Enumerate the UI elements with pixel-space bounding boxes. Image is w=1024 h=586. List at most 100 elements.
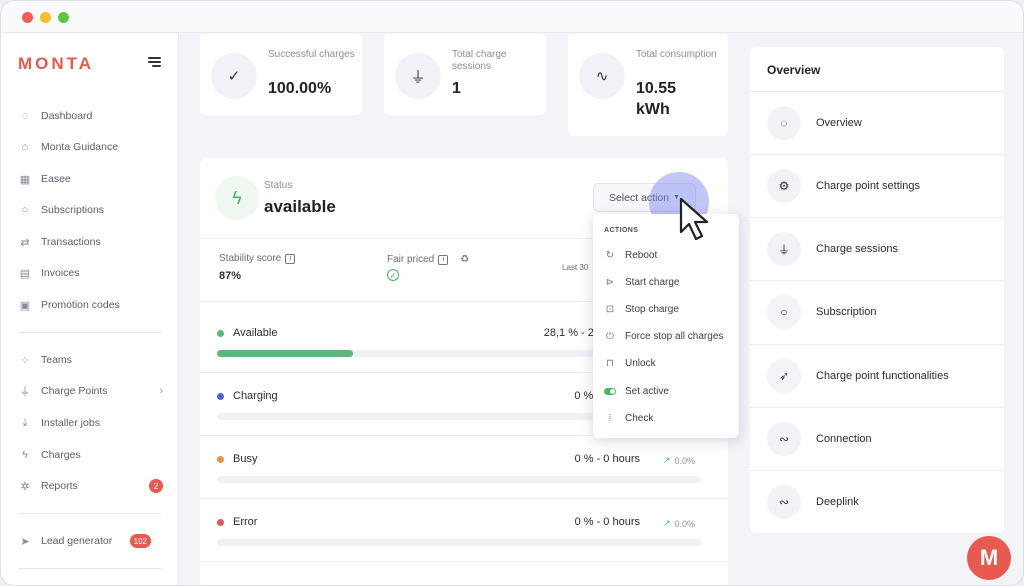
last-period-label: Last 30 <box>562 263 589 272</box>
overview-item-charge-sessions[interactable]: ⏚ Charge sessions <box>750 217 1004 280</box>
menu-item-reboot[interactable]: ↻ Reboot <box>604 249 657 261</box>
menu-item-label: Start charge <box>625 276 680 288</box>
stat-value: 10.55 kWh <box>636 80 677 118</box>
row-value: 0 % - <box>574 390 600 402</box>
menu-item-unlock[interactable]: ⊓ Unlock <box>604 357 656 369</box>
sidebar-item-label: Lead generator <box>41 535 113 547</box>
sidebar-item-monta-guidance[interactable]: ⌂ Monta Guidance <box>18 137 163 157</box>
sidebar-item-label: Dashboard <box>41 110 93 122</box>
check-circle-icon: ✓ <box>387 269 399 281</box>
sidebar-item-teams[interactable]: ⁘ Teams <box>18 350 163 370</box>
busy-progress-bar <box>217 476 701 483</box>
sidebar-item-transactions[interactable]: ⇄ Transactions <box>18 232 163 252</box>
route-icon: ∾ <box>767 422 801 456</box>
menu-item-label: Unlock <box>625 357 656 369</box>
menu-toggle-icon[interactable] <box>148 57 161 67</box>
row-name: Available <box>233 327 278 339</box>
stat-value: 1 <box>452 80 461 97</box>
row-value: 28,1 % - 20 <box>543 327 600 339</box>
error-dot <box>217 519 224 526</box>
bolt-icon: ϟ <box>215 176 259 220</box>
sidebar-item-invoices[interactable]: ▤ Invoices <box>18 263 163 283</box>
menu-item-start-charge[interactable]: ⊳ Start charge <box>604 276 680 288</box>
play-icon: ⊳ <box>605 276 615 288</box>
minimize-window-button[interactable] <box>40 12 51 23</box>
rocket-icon: ➶ <box>767 359 801 393</box>
fab-letter: M <box>979 545 999 570</box>
sidebar-item-subscriptions[interactable]: ○ Subscriptions <box>18 200 163 220</box>
close-window-button[interactable] <box>22 12 33 23</box>
menu-item-stop-charge[interactable]: ⊡ Stop charge <box>604 303 679 315</box>
overview-item-subscription[interactable]: ○ Subscription <box>750 280 1004 343</box>
send-icon: ➤ <box>20 535 30 548</box>
trend-up-icon: ↗ <box>663 455 671 465</box>
sidebar-item-label: Promotion codes <box>41 299 120 311</box>
sidebar-item-label: Charge Points <box>41 385 108 397</box>
overview-item-label: Subscription <box>816 306 877 318</box>
recycle-icon: ♻ <box>460 254 470 265</box>
sidebar: MONTA ◌ Dashboard ⌂ Monta Guidance ▦ Easee … <box>1 33 179 585</box>
plug-icon: ⏚ <box>19 386 31 398</box>
pulse-icon: ∿ <box>579 53 625 99</box>
sidebar-item-label: Reports <box>41 480 78 492</box>
grid-icon: ⁘ <box>20 354 30 367</box>
menu-item-set-active[interactable]: Set active <box>604 385 669 397</box>
plug-icon: ⏚ <box>767 232 801 266</box>
info-icon[interactable]: i <box>438 254 449 265</box>
sidebar-item-installer-jobs[interactable]: ⤓ Installer jobs <box>18 413 163 433</box>
overview-item-deeplink[interactable]: ∾ Deeplink <box>750 470 1004 533</box>
stop-icon: ⊡ <box>605 303 615 315</box>
bolt-icon: ϟ <box>22 449 28 461</box>
overview-item-label: Connection <box>816 433 872 445</box>
toggle-icon <box>604 385 616 397</box>
building-icon: ▦ <box>19 173 31 186</box>
sidebar-item-charge-points[interactable]: ⏚ Charge Points › <box>18 381 164 401</box>
lead-generator-count-badge: 102 <box>129 534 151 548</box>
overview-item-label: Charge sessions <box>816 243 898 255</box>
actions-dropdown: ACTIONS ↻ Reboot ⊳ Start charge ⊡ Stop char… <box>593 214 739 438</box>
maximize-window-button[interactable] <box>58 12 69 23</box>
title-bar <box>1 1 1023 33</box>
trend: ↗ 0.0% <box>663 455 695 466</box>
signal-icon: ⦙ <box>608 412 612 424</box>
row-value: 0 % - 0 hours <box>574 453 640 465</box>
overview-item-charge-point-settings[interactable]: ⚙ Charge point settings <box>750 154 1004 217</box>
sidebar-item-reports[interactable]: ✲ Reports 2 <box>18 476 163 496</box>
menu-item-label: Reboot <box>625 249 658 261</box>
stat-card-total-consumption: ∿ Total consumption 10.55 kWh <box>568 33 728 136</box>
error-progress-bar <box>217 539 701 546</box>
info-icon[interactable]: i <box>285 253 296 264</box>
dashboard-icon: ◌ <box>767 106 801 140</box>
menu-item-check[interactable]: ⦙ Check <box>604 412 653 424</box>
stat-label: Total charge sessions <box>452 49 507 72</box>
lightbulb-icon: ○ <box>21 204 29 216</box>
home-icon: ⌂ <box>21 141 29 153</box>
sidebar-item-label: Invoices <box>41 267 80 279</box>
trend-up-icon: ↗ <box>663 518 671 528</box>
monta-chat-button[interactable]: M <box>967 536 1011 580</box>
fair-priced-label: Fair priced i ♻ <box>387 254 469 265</box>
menu-item-force-stop[interactable]: ⏻ Force stop all charges <box>604 330 723 342</box>
overview-panel: Overview ◌ Overview ⚙ Charge point setting… <box>750 47 1004 533</box>
arrows-icon: ⇄ <box>20 236 30 249</box>
dropdown-header: ACTIONS <box>604 227 639 234</box>
sidebar-item-easee[interactable]: ▦ Easee <box>18 169 163 189</box>
trend: ↗ 0.0% <box>663 518 695 529</box>
sidebar-item-dashboard[interactable]: ◌ Dashboard <box>18 106 163 126</box>
reboot-icon: ↻ <box>605 249 615 261</box>
overview-item-overview[interactable]: ◌ Overview <box>750 91 1004 154</box>
download-icon: ⤓ <box>22 416 28 429</box>
lightbulb-icon: ○ <box>767 295 801 329</box>
sidebar-divider <box>18 332 161 333</box>
menu-item-label: Stop charge <box>625 303 679 315</box>
monta-logo[interactable]: MONTA <box>18 54 94 74</box>
overview-item-connection[interactable]: ∾ Connection <box>750 407 1004 470</box>
sidebar-item-promotion-codes[interactable]: ▣ Promotion codes <box>18 295 163 315</box>
menu-item-label: Set active <box>625 385 669 397</box>
sidebar-item-charges[interactable]: ϟ Charges <box>18 445 163 465</box>
menu-item-label: Check <box>625 412 654 424</box>
dashboard-icon: ◌ <box>21 110 29 122</box>
overview-item-charge-point-functionalities[interactable]: ➶ Charge point functionalities <box>750 344 1004 407</box>
sidebar-item-lead-generator[interactable]: ➤ Lead generator 102 <box>18 531 163 551</box>
menu-item-label: Force stop all charges <box>625 330 724 342</box>
